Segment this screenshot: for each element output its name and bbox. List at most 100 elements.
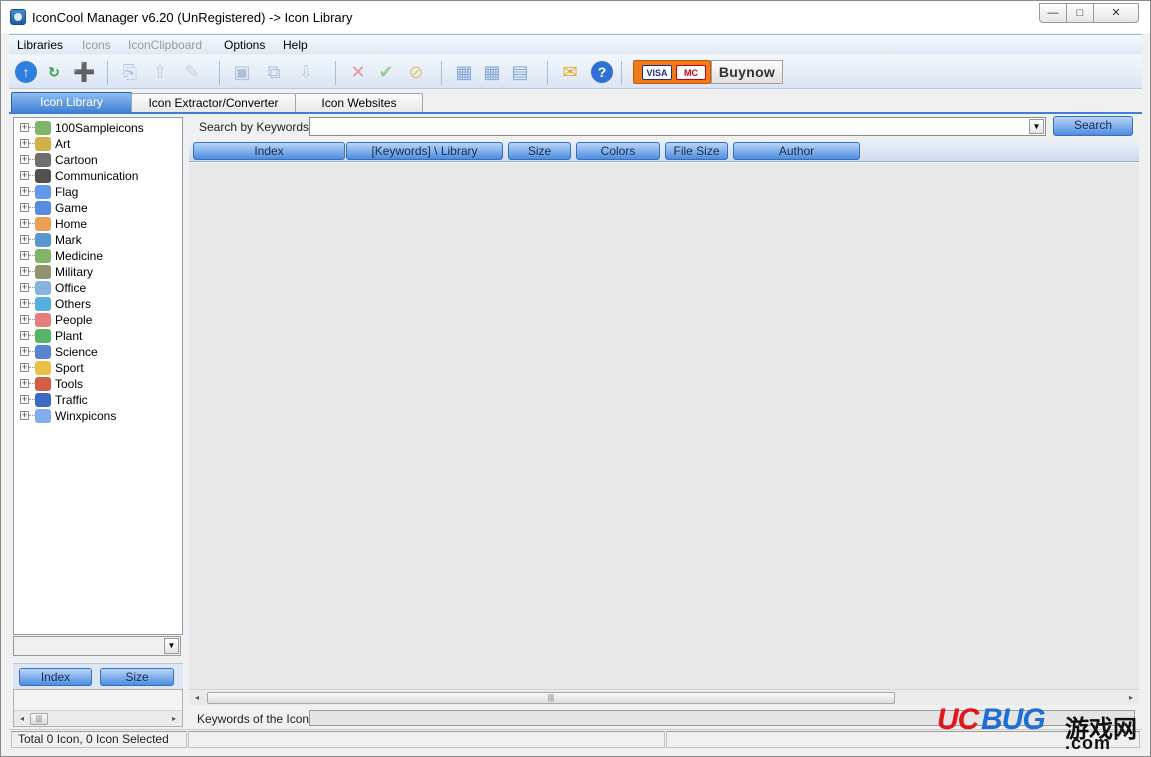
search-input[interactable] xyxy=(309,117,1046,136)
up-icon[interactable]: ↑ xyxy=(15,61,37,83)
close-button[interactable]: ✕ xyxy=(1093,3,1139,23)
menu-iconclipboard[interactable]: IconClipboard xyxy=(128,38,202,52)
expand-icon[interactable]: + xyxy=(20,363,29,372)
sort-index-button[interactable]: Index xyxy=(19,668,92,686)
chevron-down-icon[interactable]: ▼ xyxy=(164,638,179,654)
column-index[interactable]: Index xyxy=(193,142,345,160)
column-author[interactable]: Author xyxy=(733,142,860,160)
cancel-icon[interactable]: ⊘ xyxy=(405,61,427,83)
refresh-icon[interactable]: ↻ xyxy=(43,61,65,83)
library-filter-select[interactable]: ▼ xyxy=(13,636,181,656)
expand-icon[interactable]: + xyxy=(20,235,29,244)
left-icon-list[interactable]: ◂ ||| ▸ xyxy=(13,689,183,727)
stack-icon xyxy=(35,121,51,135)
tab-icon-websites[interactable]: Icon Websites xyxy=(295,93,423,113)
left-horizontal-scrollbar[interactable]: ◂ ||| ▸ xyxy=(14,710,182,726)
expand-icon[interactable]: + xyxy=(20,155,29,164)
tree-item[interactable]: + Science xyxy=(18,344,178,360)
tree-item[interactable]: + Traffic xyxy=(18,392,178,408)
view-detail-icon[interactable]: ▤ xyxy=(509,61,531,83)
expand-icon[interactable]: + xyxy=(20,379,29,388)
email-icon[interactable]: ✉ xyxy=(559,61,581,83)
sort-size-button[interactable]: Size xyxy=(100,668,174,686)
expand-icon[interactable]: + xyxy=(20,187,29,196)
tree-item[interactable]: + Others xyxy=(18,296,178,312)
expand-icon[interactable]: + xyxy=(20,203,29,212)
tree-item[interactable]: + Medicine xyxy=(18,248,178,264)
chevron-down-icon[interactable]: ▼ xyxy=(1029,119,1044,134)
home-icon xyxy=(35,217,51,231)
search-button[interactable]: Search xyxy=(1053,116,1133,136)
expand-icon[interactable]: + xyxy=(20,123,29,132)
save-all-icon[interactable]: ⧉ xyxy=(263,61,285,83)
buynow-button[interactable]: Buynow xyxy=(711,60,783,84)
menu-options[interactable]: Options xyxy=(224,38,265,52)
menu-help[interactable]: Help xyxy=(283,38,308,52)
scroll-right-icon[interactable]: ▸ xyxy=(166,712,182,726)
keywords-label: Keywords of the Icon xyxy=(197,712,310,726)
expand-icon[interactable]: + xyxy=(20,347,29,356)
maximize-button[interactable]: □ xyxy=(1066,3,1094,23)
scroll-thumb[interactable]: ||| xyxy=(30,713,48,725)
tree-item[interactable]: + Military xyxy=(18,264,178,280)
expand-icon[interactable]: + xyxy=(20,315,29,324)
check-icon[interactable]: ✔ xyxy=(375,61,397,83)
scroll-left-icon[interactable]: ◂ xyxy=(189,691,205,705)
expand-icon[interactable]: + xyxy=(20,267,29,276)
art-icon xyxy=(35,137,51,151)
tree-item[interactable]: + Game xyxy=(18,200,178,216)
tree-item[interactable]: + Flag xyxy=(18,184,178,200)
tab-underline xyxy=(9,112,1142,114)
import-icon[interactable]: ⇩ xyxy=(295,61,317,83)
new-folder-icon[interactable]: ➕ xyxy=(73,61,95,83)
tree-item[interactable]: + Mark xyxy=(18,232,178,248)
view-large-icon[interactable]: ▦ xyxy=(453,61,475,83)
expand-icon[interactable]: + xyxy=(20,299,29,308)
tree-item[interactable]: + Home xyxy=(18,216,178,232)
tree-item[interactable]: + Sport xyxy=(18,360,178,376)
copy-icon[interactable]: ⎘ xyxy=(119,61,141,83)
delete-icon[interactable]: ✕ xyxy=(347,61,369,83)
minimize-button[interactable]: — xyxy=(1039,3,1067,23)
library-tree[interactable]: +100Sampleicons + Art + Cartoon + Communicatio… xyxy=(13,117,183,635)
tree-item[interactable]: + Cartoon xyxy=(18,152,178,168)
column-colors[interactable]: Colors xyxy=(576,142,660,160)
expand-icon[interactable]: + xyxy=(20,283,29,292)
scroll-thumb[interactable]: ||| xyxy=(207,692,895,704)
save-icon[interactable]: ▣ xyxy=(231,61,253,83)
tree-item[interactable]: + Winxpicons xyxy=(18,408,178,424)
cartoon-icon xyxy=(35,153,51,167)
column-file-size[interactable]: File Size xyxy=(665,142,728,160)
expand-icon[interactable]: + xyxy=(20,251,29,260)
expand-icon[interactable]: + xyxy=(20,411,29,420)
menu-libraries[interactable]: Libraries xyxy=(17,38,63,52)
tree-item-label: Military xyxy=(55,265,93,279)
expand-icon[interactable]: + xyxy=(20,171,29,180)
tab-icon-library[interactable]: Icon Library xyxy=(11,92,132,113)
tree-item[interactable]: + Tools xyxy=(18,376,178,392)
payment-cards[interactable]: VISA MC xyxy=(633,60,711,84)
tree-item[interactable]: + Art xyxy=(18,136,178,152)
tree-item[interactable]: + People xyxy=(18,312,178,328)
expand-icon[interactable]: + xyxy=(20,331,29,340)
expand-icon[interactable]: + xyxy=(20,395,29,404)
tab-icon-extractor-converter[interactable]: Icon Extractor/Converter xyxy=(131,93,296,113)
menu-icons[interactable]: Icons xyxy=(82,38,111,52)
expand-icon[interactable]: + xyxy=(20,219,29,228)
watermark-bug: BUG xyxy=(981,703,1046,736)
expand-icon[interactable]: + xyxy=(20,139,29,148)
column-keywords-library[interactable]: [Keywords] \ Library xyxy=(346,142,503,160)
tree-item[interactable]: + Communication xyxy=(18,168,178,184)
scroll-left-icon[interactable]: ◂ xyxy=(14,712,30,726)
tree-item[interactable]: +100Sampleicons xyxy=(18,120,178,136)
view-small-icon[interactable]: ▦ xyxy=(481,61,503,83)
tree-item[interactable]: + Plant xyxy=(18,328,178,344)
column-size[interactable]: Size xyxy=(508,142,571,160)
app-window: IconCool Manager v6.20 (UnRegistered) ->… xyxy=(0,0,1151,757)
main-tabs: Icon Library Icon Extractor/Converter Ic… xyxy=(9,90,1142,114)
help-icon[interactable]: ? xyxy=(591,61,613,83)
icon-results-area[interactable] xyxy=(189,163,1139,689)
tree-item[interactable]: + Office xyxy=(18,280,178,296)
export-icon[interactable]: ⇧ xyxy=(149,61,171,83)
edit-icon[interactable]: ✎ xyxy=(181,61,203,83)
